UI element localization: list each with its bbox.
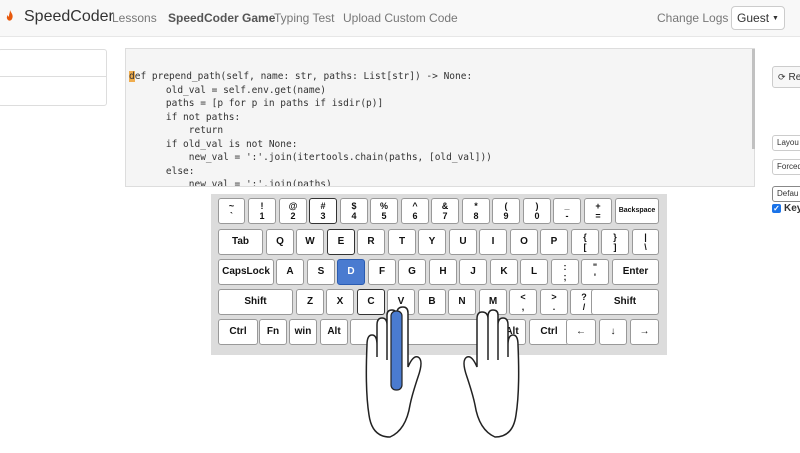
key-backspace[interactable]: Backspace bbox=[615, 198, 659, 224]
key-tab[interactable]: Tab bbox=[218, 229, 263, 255]
key-d[interactable]: D bbox=[337, 259, 365, 285]
key-0[interactable]: ) 0 bbox=[523, 198, 551, 224]
key-e[interactable]: E bbox=[327, 229, 355, 255]
key-r[interactable]: R bbox=[357, 229, 385, 255]
key-ctrl-right[interactable]: Ctrl bbox=[529, 319, 569, 345]
key-g[interactable]: G bbox=[398, 259, 426, 285]
keyboard-toggle[interactable]: ✓ Key bbox=[772, 203, 800, 214]
code-line-8: else: bbox=[143, 166, 195, 177]
flame-icon bbox=[6, 9, 14, 25]
code-line-1: def prepend_path(self, name: str, paths:… bbox=[129, 71, 473, 82]
key-shift-left[interactable]: Shift bbox=[218, 289, 293, 315]
key-period[interactable]: >. bbox=[540, 289, 568, 315]
key-4[interactable]: $4 bbox=[340, 198, 368, 224]
key-w[interactable]: W bbox=[296, 229, 324, 255]
key-fn[interactable]: Fn bbox=[259, 319, 287, 345]
key-l[interactable]: L bbox=[520, 259, 548, 285]
code-line-2: old_val = self.env.get(name) bbox=[143, 85, 327, 96]
key-q[interactable]: Q bbox=[266, 229, 294, 255]
checkbox-checked-icon: ✓ bbox=[772, 204, 781, 213]
guest-label: Guest bbox=[737, 11, 770, 25]
key-shift-right[interactable]: Shift bbox=[591, 289, 659, 315]
key-y[interactable]: Y bbox=[418, 229, 446, 255]
code-scrollbar[interactable] bbox=[752, 49, 755, 149]
brand-name: SpeedCoder bbox=[24, 8, 114, 25]
key-f[interactable]: F bbox=[368, 259, 396, 285]
key-backtick[interactable]: ~ ` bbox=[218, 198, 245, 224]
key-a[interactable]: A bbox=[276, 259, 304, 285]
caret-down-icon: ▼ bbox=[772, 14, 779, 22]
key-5[interactable]: % 5 bbox=[370, 198, 398, 224]
key-6[interactable]: ^ 6 bbox=[401, 198, 429, 224]
key-x[interactable]: X bbox=[326, 289, 354, 315]
key-9[interactable]: (9 bbox=[492, 198, 520, 224]
key-s[interactable]: S bbox=[307, 259, 335, 285]
code-line-4: if not paths: bbox=[143, 112, 241, 123]
right-hand-icon bbox=[463, 309, 520, 438]
nav-typing-test[interactable]: Typing Test bbox=[274, 11, 334, 25]
panel-divider bbox=[0, 76, 106, 77]
key-h[interactable]: H bbox=[429, 259, 457, 285]
nav-upload-custom-code[interactable]: Upload Custom Code bbox=[343, 11, 458, 25]
nav-change-logs[interactable]: Change Logs bbox=[657, 11, 728, 25]
layout-select[interactable]: Layou bbox=[772, 135, 800, 151]
code-line-6: if old_val is not None: bbox=[143, 139, 298, 150]
key-close-bracket[interactable]: }] bbox=[601, 229, 629, 255]
left-panel bbox=[0, 49, 107, 106]
forced-select[interactable]: Forced bbox=[772, 159, 800, 175]
key-arrow-left[interactable]: ← bbox=[566, 319, 596, 345]
reset-button[interactable]: ⟳ Re bbox=[772, 66, 800, 88]
key-backslash[interactable]: | \ bbox=[632, 229, 659, 255]
key-open-bracket[interactable]: {[ bbox=[571, 229, 599, 255]
key-enter[interactable]: Enter bbox=[612, 259, 659, 285]
key-minus[interactable]: _ - bbox=[553, 198, 581, 224]
key-capslock[interactable]: CapsLock bbox=[218, 259, 274, 285]
key-arrow-down[interactable]: ↓ bbox=[599, 319, 627, 345]
finger-guide-hands bbox=[365, 306, 520, 438]
key-semicolon[interactable]: :; bbox=[551, 259, 579, 285]
key-t[interactable]: T bbox=[388, 229, 416, 255]
left-index-finger-highlight bbox=[390, 310, 403, 391]
key-1[interactable]: ! 1 bbox=[248, 198, 276, 224]
refresh-icon: ⟳ bbox=[778, 71, 786, 82]
key-ctrl-left[interactable]: Ctrl bbox=[218, 319, 258, 345]
code-display: def prepend_path(self, name: str, paths:… bbox=[125, 48, 755, 187]
key-alt-left[interactable]: Alt bbox=[320, 319, 348, 345]
brand[interactable]: SpeedCoder bbox=[6, 8, 114, 26]
default-select[interactable]: Defau bbox=[772, 186, 800, 202]
key-k[interactable]: K bbox=[490, 259, 518, 285]
key-o[interactable]: O bbox=[510, 229, 538, 255]
nav-lessons[interactable]: Lessons bbox=[112, 11, 157, 25]
code-line-9: new_val = ':'.join(paths) bbox=[143, 179, 332, 187]
key-p[interactable]: P bbox=[540, 229, 568, 255]
key-8[interactable]: * 8 bbox=[462, 198, 490, 224]
code-line-7: new_val = ':'.join(itertools.chain(paths… bbox=[143, 152, 492, 163]
guest-dropdown-button[interactable]: Guest ▼ bbox=[731, 6, 785, 30]
key-i[interactable]: I bbox=[479, 229, 507, 255]
key-3[interactable]: #3 bbox=[309, 198, 337, 224]
key-quote[interactable]: " ' bbox=[581, 259, 609, 285]
nav-speedcoder-game[interactable]: SpeedCoder Game bbox=[168, 11, 275, 25]
code-line-3: paths = [p for p in paths if isdir(p)] bbox=[143, 98, 384, 109]
key-equals[interactable]: + = bbox=[584, 198, 612, 224]
key-z[interactable]: Z bbox=[296, 289, 324, 315]
key-arrow-right[interactable]: → bbox=[630, 319, 659, 345]
key-u[interactable]: U bbox=[449, 229, 477, 255]
code-line-5: return bbox=[143, 125, 224, 136]
key-7[interactable]: & 7 bbox=[431, 198, 459, 224]
key-win[interactable]: win bbox=[289, 319, 317, 345]
key-2[interactable]: @2 bbox=[279, 198, 307, 224]
navbar: SpeedCoder Lessons SpeedCoder Game Typin… bbox=[0, 0, 800, 37]
key-j[interactable]: J bbox=[459, 259, 487, 285]
